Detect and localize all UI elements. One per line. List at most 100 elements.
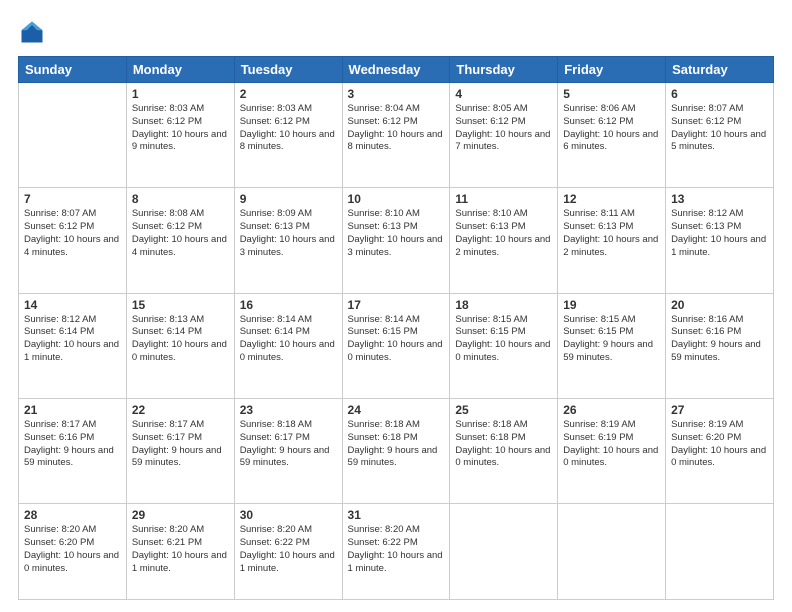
day-number: 12 — [563, 192, 660, 206]
day-number: 9 — [240, 192, 337, 206]
weekday-header-friday: Friday — [558, 57, 666, 83]
calendar-cell: 17 Sunrise: 8:14 AM Sunset: 6:15 PM Dayli… — [342, 293, 450, 398]
calendar-table: SundayMondayTuesdayWednesdayThursdayFrid… — [18, 56, 774, 600]
day-number: 25 — [455, 403, 552, 417]
calendar-cell: 23 Sunrise: 8:18 AM Sunset: 6:17 PM Dayli… — [234, 398, 342, 503]
day-info: Sunrise: 8:14 AM Sunset: 6:15 PM Dayligh… — [348, 314, 445, 365]
calendar-cell: 14 Sunrise: 8:12 AM Sunset: 6:14 PM Dayli… — [19, 293, 127, 398]
day-number: 1 — [132, 87, 229, 101]
calendar-cell: 1 Sunrise: 8:03 AM Sunset: 6:12 PM Daylig… — [126, 83, 234, 188]
day-info: Sunrise: 8:12 AM Sunset: 6:13 PM Dayligh… — [671, 208, 768, 259]
day-info: Sunrise: 8:15 AM Sunset: 6:15 PM Dayligh… — [455, 314, 552, 365]
calendar-cell: 29 Sunrise: 8:20 AM Sunset: 6:21 PM Dayli… — [126, 504, 234, 600]
weekday-header-monday: Monday — [126, 57, 234, 83]
day-number: 23 — [240, 403, 337, 417]
calendar-cell: 18 Sunrise: 8:15 AM Sunset: 6:15 PM Dayli… — [450, 293, 558, 398]
day-info: Sunrise: 8:14 AM Sunset: 6:14 PM Dayligh… — [240, 314, 337, 365]
calendar-week-row: 1 Sunrise: 8:03 AM Sunset: 6:12 PM Daylig… — [19, 83, 774, 188]
calendar-cell: 11 Sunrise: 8:10 AM Sunset: 6:13 PM Dayli… — [450, 188, 558, 293]
calendar-cell: 31 Sunrise: 8:20 AM Sunset: 6:22 PM Dayli… — [342, 504, 450, 600]
day-info: Sunrise: 8:20 AM Sunset: 6:20 PM Dayligh… — [24, 524, 121, 575]
day-number: 14 — [24, 298, 121, 312]
day-info: Sunrise: 8:13 AM Sunset: 6:14 PM Dayligh… — [132, 314, 229, 365]
day-number: 10 — [348, 192, 445, 206]
day-number: 4 — [455, 87, 552, 101]
calendar-week-row: 28 Sunrise: 8:20 AM Sunset: 6:20 PM Dayli… — [19, 504, 774, 600]
day-number: 28 — [24, 508, 121, 522]
calendar-cell: 6 Sunrise: 8:07 AM Sunset: 6:12 PM Daylig… — [666, 83, 774, 188]
calendar-cell: 27 Sunrise: 8:19 AM Sunset: 6:20 PM Dayli… — [666, 398, 774, 503]
day-number: 24 — [348, 403, 445, 417]
logo-icon — [18, 18, 46, 46]
day-number: 11 — [455, 192, 552, 206]
day-info: Sunrise: 8:07 AM Sunset: 6:12 PM Dayligh… — [671, 103, 768, 154]
page: SundayMondayTuesdayWednesdayThursdayFrid… — [0, 0, 792, 612]
day-info: Sunrise: 8:11 AM Sunset: 6:13 PM Dayligh… — [563, 208, 660, 259]
day-info: Sunrise: 8:10 AM Sunset: 6:13 PM Dayligh… — [455, 208, 552, 259]
weekday-header-wednesday: Wednesday — [342, 57, 450, 83]
day-info: Sunrise: 8:15 AM Sunset: 6:15 PM Dayligh… — [563, 314, 660, 365]
day-number: 2 — [240, 87, 337, 101]
day-number: 31 — [348, 508, 445, 522]
calendar-cell — [450, 504, 558, 600]
calendar-cell: 28 Sunrise: 8:20 AM Sunset: 6:20 PM Dayli… — [19, 504, 127, 600]
calendar-cell: 25 Sunrise: 8:18 AM Sunset: 6:18 PM Dayli… — [450, 398, 558, 503]
day-info: Sunrise: 8:03 AM Sunset: 6:12 PM Dayligh… — [240, 103, 337, 154]
calendar-cell: 4 Sunrise: 8:05 AM Sunset: 6:12 PM Daylig… — [450, 83, 558, 188]
weekday-header-tuesday: Tuesday — [234, 57, 342, 83]
day-info: Sunrise: 8:10 AM Sunset: 6:13 PM Dayligh… — [348, 208, 445, 259]
day-number: 19 — [563, 298, 660, 312]
calendar-cell: 24 Sunrise: 8:18 AM Sunset: 6:18 PM Dayli… — [342, 398, 450, 503]
day-number: 29 — [132, 508, 229, 522]
header — [18, 18, 774, 46]
calendar-cell: 9 Sunrise: 8:09 AM Sunset: 6:13 PM Daylig… — [234, 188, 342, 293]
day-info: Sunrise: 8:19 AM Sunset: 6:19 PM Dayligh… — [563, 419, 660, 470]
day-number: 5 — [563, 87, 660, 101]
calendar-cell: 8Sunrise: 8:08 AM Sunset: 6:12 PM Daylig… — [126, 188, 234, 293]
day-info: Sunrise: 8:16 AM Sunset: 6:16 PM Dayligh… — [671, 314, 768, 365]
day-info: Sunrise: 8:17 AM Sunset: 6:16 PM Dayligh… — [24, 419, 121, 470]
day-info: Sunrise: 8:08 AM Sunset: 6:12 PM Dayligh… — [132, 208, 229, 259]
day-number: 13 — [671, 192, 768, 206]
calendar-cell — [19, 83, 127, 188]
day-info: Sunrise: 8:06 AM Sunset: 6:12 PM Dayligh… — [563, 103, 660, 154]
calendar-cell: 15Sunrise: 8:13 AM Sunset: 6:14 PM Dayli… — [126, 293, 234, 398]
calendar-week-row: 21 Sunrise: 8:17 AM Sunset: 6:16 PM Dayli… — [19, 398, 774, 503]
calendar-cell: 2 Sunrise: 8:03 AM Sunset: 6:12 PM Daylig… — [234, 83, 342, 188]
day-info: Sunrise: 8:09 AM Sunset: 6:13 PM Dayligh… — [240, 208, 337, 259]
weekday-header-row: SundayMondayTuesdayWednesdayThursdayFrid… — [19, 57, 774, 83]
day-info: Sunrise: 8:20 AM Sunset: 6:21 PM Dayligh… — [132, 524, 229, 575]
day-number: 21 — [24, 403, 121, 417]
calendar-cell: 13 Sunrise: 8:12 AM Sunset: 6:13 PM Dayli… — [666, 188, 774, 293]
day-info: Sunrise: 8:17 AM Sunset: 6:17 PM Dayligh… — [132, 419, 229, 470]
day-info: Sunrise: 8:18 AM Sunset: 6:17 PM Dayligh… — [240, 419, 337, 470]
calendar-week-row: 14 Sunrise: 8:12 AM Sunset: 6:14 PM Dayli… — [19, 293, 774, 398]
calendar-cell: 12 Sunrise: 8:11 AM Sunset: 6:13 PM Dayli… — [558, 188, 666, 293]
day-number: 7 — [24, 192, 121, 206]
day-info: Sunrise: 8:03 AM Sunset: 6:12 PM Dayligh… — [132, 103, 229, 154]
calendar-week-row: 7 Sunrise: 8:07 AM Sunset: 6:12 PM Daylig… — [19, 188, 774, 293]
day-info: Sunrise: 8:07 AM Sunset: 6:12 PM Dayligh… — [24, 208, 121, 259]
day-number: 17 — [348, 298, 445, 312]
day-number: 27 — [671, 403, 768, 417]
day-info: Sunrise: 8:18 AM Sunset: 6:18 PM Dayligh… — [348, 419, 445, 470]
calendar-cell: 5 Sunrise: 8:06 AM Sunset: 6:12 PM Daylig… — [558, 83, 666, 188]
day-number: 6 — [671, 87, 768, 101]
calendar-cell: 7 Sunrise: 8:07 AM Sunset: 6:12 PM Daylig… — [19, 188, 127, 293]
day-info: Sunrise: 8:05 AM Sunset: 6:12 PM Dayligh… — [455, 103, 552, 154]
weekday-header-thursday: Thursday — [450, 57, 558, 83]
day-info: Sunrise: 8:20 AM Sunset: 6:22 PM Dayligh… — [348, 524, 445, 575]
calendar-cell: 22Sunrise: 8:17 AM Sunset: 6:17 PM Dayli… — [126, 398, 234, 503]
day-info: Sunrise: 8:04 AM Sunset: 6:12 PM Dayligh… — [348, 103, 445, 154]
day-info: Sunrise: 8:18 AM Sunset: 6:18 PM Dayligh… — [455, 419, 552, 470]
calendar-cell: 20Sunrise: 8:16 AM Sunset: 6:16 PM Dayli… — [666, 293, 774, 398]
calendar-cell: 19 Sunrise: 8:15 AM Sunset: 6:15 PM Dayli… — [558, 293, 666, 398]
day-number: 26 — [563, 403, 660, 417]
day-number: 18 — [455, 298, 552, 312]
calendar-cell — [666, 504, 774, 600]
calendar-cell: 26 Sunrise: 8:19 AM Sunset: 6:19 PM Dayli… — [558, 398, 666, 503]
day-info: Sunrise: 8:20 AM Sunset: 6:22 PM Dayligh… — [240, 524, 337, 575]
day-info: Sunrise: 8:19 AM Sunset: 6:20 PM Dayligh… — [671, 419, 768, 470]
calendar-cell — [558, 504, 666, 600]
day-info: Sunrise: 8:12 AM Sunset: 6:14 PM Dayligh… — [24, 314, 121, 365]
